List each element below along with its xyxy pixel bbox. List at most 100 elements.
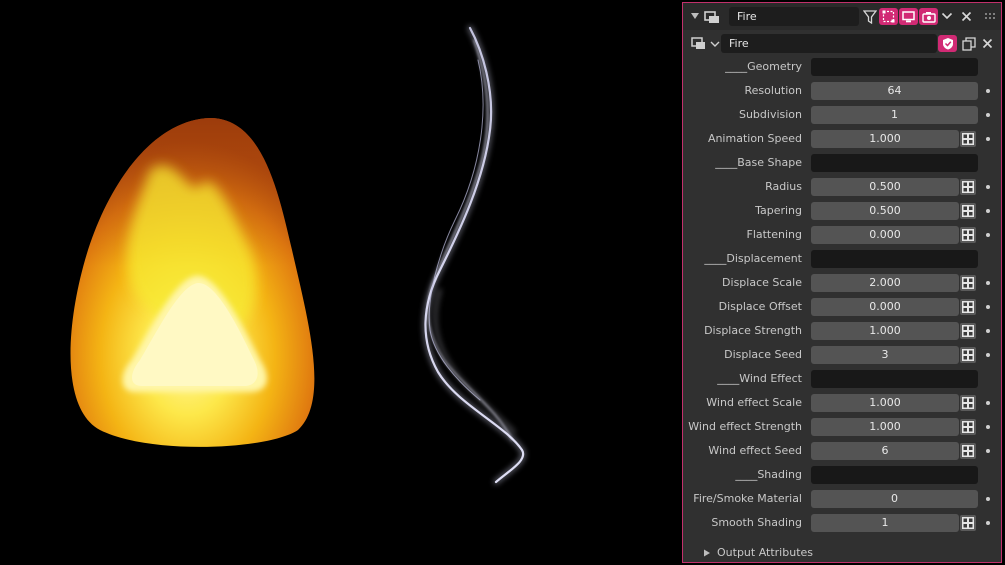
input-attribute-toggle-icon[interactable] (960, 419, 976, 435)
keyframe-dot-icon[interactable] (986, 449, 990, 453)
section-separator-field[interactable] (811, 370, 978, 388)
property-label: Tapering (755, 204, 802, 217)
property-row-geometry: ____Geometry (683, 55, 1001, 79)
modifier-name: Fire (729, 37, 749, 50)
property-label: Smooth Shading (711, 516, 802, 529)
property-label: Subdivision (738, 108, 802, 121)
keyframe-dot-icon[interactable] (986, 425, 990, 429)
property-label: ____Shading (735, 468, 802, 481)
smoke-object (422, 25, 526, 485)
property-row-wind-effect-strength: Wind effect Strength 1.000 (683, 415, 1001, 439)
input-attribute-toggle-icon[interactable] (960, 395, 976, 411)
object-name: Fire (737, 10, 757, 23)
output-attributes-panel[interactable]: Output Attributes (703, 544, 813, 562)
property-value-field[interactable]: 1.000 (811, 322, 959, 340)
object-name-field[interactable]: Fire (729, 7, 859, 26)
section-separator-field[interactable] (811, 154, 978, 172)
property-value-field[interactable]: 1.000 (811, 418, 959, 436)
keyframe-dot-icon[interactable] (986, 281, 990, 285)
property-label: Resolution (744, 84, 802, 97)
property-value-field[interactable]: 0 (811, 490, 978, 508)
property-value-field[interactable]: 0.000 (811, 298, 959, 316)
section-separator-field[interactable] (811, 250, 978, 268)
keyframe-dot-icon[interactable] (986, 521, 990, 525)
input-attribute-toggle-icon[interactable] (960, 275, 976, 291)
property-label: Fire/Smoke Material (693, 492, 802, 505)
object-data-icon[interactable] (703, 8, 721, 25)
filter-icon[interactable] (861, 8, 879, 25)
keyframe-dot-icon[interactable] (986, 89, 990, 93)
property-row-wind-effect: ____Wind Effect (683, 367, 1001, 391)
property-label: Radius (765, 180, 802, 193)
property-label: Wind effect Scale (706, 396, 802, 409)
property-value-field[interactable]: 6 (811, 442, 959, 460)
input-attribute-toggle-icon[interactable] (960, 515, 976, 531)
property-value-field[interactable]: 3 (811, 346, 959, 364)
viewport-icon[interactable] (899, 8, 918, 25)
close-icon[interactable] (959, 9, 973, 23)
property-label: ____Base Shape (715, 156, 802, 169)
keyframe-dot-icon[interactable] (986, 113, 990, 117)
collapse-triangle-icon[interactable] (689, 9, 701, 23)
modifier-name-field[interactable]: Fire (721, 34, 937, 53)
property-row-wind-effect-scale: Wind effect Scale 1.000 (683, 391, 1001, 415)
property-row-displace-seed: Displace Seed 3 (683, 343, 1001, 367)
property-row-displacement: ____Displacement (683, 247, 1001, 271)
property-value-field[interactable]: 1.000 (811, 394, 959, 412)
modifier-header: Fire (683, 30, 1001, 58)
property-label: Flattening (746, 228, 803, 241)
input-attribute-toggle-icon[interactable] (960, 347, 976, 363)
keyframe-dot-icon[interactable] (986, 137, 990, 141)
property-value-field[interactable]: 0.500 (811, 178, 959, 196)
property-label: ____Displacement (704, 252, 802, 265)
modifier-properties-panel: Fire Fire ____Geometry Resolution 64 Sub… (682, 2, 1002, 563)
keyframe-dot-icon[interactable] (986, 185, 990, 189)
property-value-field[interactable]: 1 (811, 514, 959, 532)
property-row-displace-offset: Displace Offset 0.000 (683, 295, 1001, 319)
property-value-field[interactable]: 1.000 (811, 130, 959, 148)
input-attribute-toggle-icon[interactable] (960, 203, 976, 219)
chevron-down-icon[interactable] (940, 9, 954, 23)
panel-header: Fire (683, 3, 1001, 30)
property-value-field[interactable]: 0.000 (811, 226, 959, 244)
input-attribute-toggle-icon[interactable] (960, 131, 976, 147)
geometry-nodes-icon[interactable] (691, 35, 721, 53)
property-value-field[interactable]: 64 (811, 82, 978, 100)
property-row-displace-scale: Displace Scale 2.000 (683, 271, 1001, 295)
keyframe-dot-icon[interactable] (986, 401, 990, 405)
keyframe-dot-icon[interactable] (986, 209, 990, 213)
property-label: ____Geometry (725, 60, 802, 73)
property-row-radius: Radius 0.500 (683, 175, 1001, 199)
fake-user-shield-icon[interactable] (938, 35, 957, 52)
property-row-wind-effect-seed: Wind effect Seed 6 (683, 439, 1001, 463)
input-attribute-toggle-icon[interactable] (960, 227, 976, 243)
input-attribute-toggle-icon[interactable] (960, 443, 976, 459)
input-attribute-toggle-icon[interactable] (960, 299, 976, 315)
keyframe-dot-icon[interactable] (986, 305, 990, 309)
property-value-field[interactable]: 0.500 (811, 202, 959, 220)
drag-handle-icon[interactable] (983, 10, 997, 22)
close-icon[interactable] (979, 36, 995, 51)
render-camera-icon[interactable] (919, 8, 938, 25)
select-icon[interactable] (879, 8, 898, 25)
property-label: Displace Offset (718, 300, 802, 313)
property-value-field[interactable]: 2.000 (811, 274, 959, 292)
property-row-fire-smoke-material: Fire/Smoke Material 0 (683, 487, 1001, 511)
keyframe-dot-icon[interactable] (986, 353, 990, 357)
property-value-field[interactable]: 1 (811, 106, 978, 124)
keyframe-dot-icon[interactable] (986, 497, 990, 501)
input-attribute-toggle-icon[interactable] (960, 323, 976, 339)
viewport-render (70, 25, 526, 485)
property-row-resolution: Resolution 64 (683, 79, 1001, 103)
property-label: Wind effect Strength (688, 420, 802, 433)
duplicate-icon[interactable] (960, 35, 978, 52)
section-separator-field[interactable] (811, 466, 978, 484)
keyframe-dot-icon[interactable] (986, 329, 990, 333)
keyframe-dot-icon[interactable] (986, 233, 990, 237)
input-attribute-toggle-icon[interactable] (960, 179, 976, 195)
property-label: ____Wind Effect (717, 372, 802, 385)
expand-triangle-icon (704, 549, 710, 557)
3d-viewport[interactable] (0, 0, 682, 565)
section-separator-field[interactable] (811, 58, 978, 76)
output-attributes-label: Output Attributes (717, 546, 814, 559)
